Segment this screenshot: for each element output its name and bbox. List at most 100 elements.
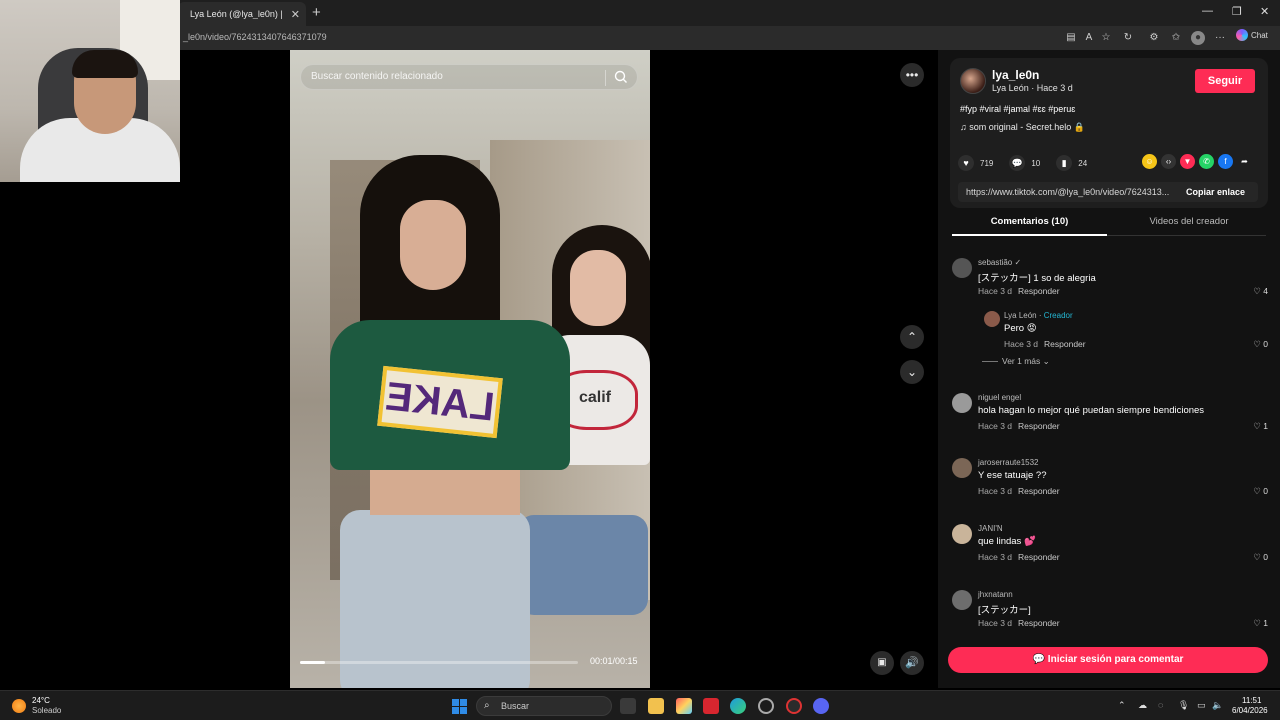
chevron-up-icon[interactable]: ⌃ — [900, 325, 924, 349]
chevron-down-icon[interactable]: ⌄ — [900, 360, 924, 384]
comment-username[interactable]: JANI'N — [978, 524, 1003, 533]
copy-link-button[interactable]: Copiar enlace — [1186, 187, 1245, 197]
comment-avatar[interactable] — [952, 393, 972, 413]
comment-icon[interactable]: 💬 — [1009, 155, 1026, 171]
embed-icon[interactable]: ‹› — [1161, 154, 1176, 169]
like-heart-icon[interactable]: ♥ — [958, 155, 974, 171]
comment-username[interactable]: jhxnatann — [978, 590, 1013, 599]
chat-button[interactable]: Chat — [1236, 29, 1268, 41]
tab-close-icon[interactable]: ✕ — [291, 8, 300, 21]
speaker-tray-icon[interactable]: 🔈 — [1212, 700, 1223, 711]
split-screen-icon[interactable]: ▤ — [1064, 31, 1078, 45]
bookmark-icon[interactable]: ▮ — [1056, 155, 1073, 171]
clock-time[interactable]: 11:51 — [1242, 696, 1261, 705]
reply-button[interactable]: Responder — [1018, 618, 1060, 628]
tab-creator-videos[interactable]: Videos del creador — [1112, 216, 1266, 227]
comment-time: Hace 3 d — [978, 286, 1013, 296]
refresh-icon[interactable]: ↻ — [1121, 31, 1135, 45]
profile-avatar-icon[interactable]: ● — [1191, 31, 1205, 45]
edge-browser-icon[interactable] — [730, 698, 746, 714]
video-player[interactable]: calif LAKE Buscar contenido relacionado … — [290, 50, 650, 688]
office-app-icon[interactable] — [703, 698, 719, 714]
comment-avatar[interactable] — [952, 524, 972, 544]
minimize-icon[interactable]: — — [1202, 5, 1213, 17]
comment-like[interactable]: ♡ 1 — [1253, 421, 1268, 432]
reply-button[interactable]: Responder — [1018, 421, 1060, 431]
tray-chevron-up-icon[interactable]: ⌃ — [1118, 700, 1126, 711]
address-bar: _le0n/video/7624313407646371079 ▤ A ☆ ↻ … — [0, 26, 1280, 50]
start-windows-icon[interactable] — [452, 699, 467, 714]
miniplayer-icon[interactable]: ▣ — [870, 651, 894, 675]
recorder-app-icon[interactable] — [786, 698, 802, 714]
facebook-icon[interactable]: f — [1218, 154, 1233, 169]
reply-avatar[interactable] — [984, 311, 1000, 327]
window-close-icon[interactable]: ✕ — [1260, 5, 1269, 18]
settings-app-icon[interactable] — [758, 698, 774, 714]
share-link-box: https://www.tiktok.com/@lya_le0n/video/7… — [958, 182, 1258, 202]
network-tray-icon[interactable]: ◌ — [1158, 700, 1163, 710]
reply-button[interactable]: Responder — [1018, 286, 1060, 296]
favorite-star-icon[interactable]: ☆ — [1099, 31, 1113, 45]
whatsapp-icon[interactable]: ✆ — [1199, 154, 1214, 169]
related-search-placeholder: Buscar contenido relacionado — [311, 71, 443, 82]
author-avatar[interactable] — [960, 68, 986, 94]
follow-button[interactable]: Seguir — [1195, 69, 1255, 93]
share-arrow-icon[interactable]: ➦ — [1237, 154, 1252, 169]
post-hashtags[interactable]: #fyp #viral #jamal #ɛɛ #peruɛ — [960, 104, 1075, 114]
tab-title: Lya León (@lya_le0n) | TikTok — [190, 9, 285, 19]
discord-icon[interactable] — [813, 698, 829, 714]
comment-like[interactable]: ♡ 0 — [1253, 552, 1268, 563]
taskbar-search[interactable]: ⌕ Buscar — [476, 696, 612, 716]
comment-username[interactable]: jaroserraute1532 — [978, 458, 1038, 467]
display-tray-icon[interactable]: ▭ — [1197, 700, 1206, 711]
reply-button[interactable]: Responder — [1018, 486, 1060, 496]
comment-time: Hace 3 d — [978, 421, 1013, 431]
post-music[interactable]: ♫ som original - Secret.helo 🔒 — [960, 122, 1085, 133]
file-explorer-icon[interactable] — [648, 698, 664, 714]
reply-button[interactable]: Responder — [1018, 552, 1060, 562]
like-count: 719 — [980, 158, 994, 168]
comment-username[interactable]: sebastião ✓ — [978, 258, 1021, 267]
maximize-icon[interactable]: ❐ — [1232, 5, 1242, 18]
video-progress-bar[interactable] — [300, 661, 578, 664]
extensions-icon[interactable]: ⚙ — [1147, 31, 1161, 45]
onedrive-icon[interactable]: ☁ — [1138, 700, 1147, 711]
heart-outline-icon: ♡ — [1253, 486, 1264, 496]
mic-tray-icon[interactable]: 🎙 — [1178, 700, 1189, 711]
browser-tab[interactable]: Lya León (@lya_le0n) | TikTok ✕ — [178, 2, 306, 26]
more-menu-icon[interactable]: ··· — [1213, 31, 1227, 45]
search-icon[interactable] — [613, 69, 629, 85]
comment-count: 10 — [1031, 158, 1041, 168]
favorites-icon[interactable]: ✩ — [1169, 31, 1183, 45]
reply-like[interactable]: ♡ 0 — [1253, 339, 1268, 350]
url-field[interactable]: _le0n/video/7624313407646371079 — [183, 32, 327, 42]
comment-username[interactable]: niguel engel — [978, 393, 1021, 402]
share-link-text[interactable]: https://www.tiktok.com/@lya_le0n/video/7… — [966, 187, 1169, 197]
tab-comments[interactable]: Comentarios (10) — [952, 216, 1107, 227]
clock-date[interactable]: 6/04/2026 — [1232, 706, 1268, 715]
comment-like[interactable]: ♡ 0 — [1253, 486, 1268, 497]
more-options-icon[interactable]: ••• — [900, 63, 924, 87]
weather-sun-icon[interactable] — [12, 699, 26, 713]
author-username[interactable]: lya_le0n — [992, 68, 1039, 82]
login-to-comment-button[interactable]: 💬 Iniciar sesión para comentar — [948, 647, 1268, 673]
comment-avatar[interactable] — [952, 590, 972, 610]
send-icon[interactable]: ▼ — [1180, 154, 1195, 169]
volume-icon[interactable]: 🔊 — [900, 651, 924, 675]
taskbar: 24°C Soleado ⌕ Buscar ⌃ ☁ ◌ 🎙 ▭ 🔈 11:51 … — [0, 690, 1280, 720]
translate-icon[interactable]: A — [1082, 31, 1096, 45]
comment-avatar[interactable] — [952, 458, 972, 478]
author-subline: Lya León · Hace 3 d — [992, 83, 1073, 93]
view-more-replies[interactable]: Ver 1 más ⌄ — [1002, 356, 1050, 367]
new-tab-icon[interactable]: + — [312, 4, 321, 21]
copilot-app-icon[interactable] — [676, 698, 692, 714]
comment-like[interactable]: ♡ 4 — [1253, 286, 1268, 297]
related-search-input[interactable]: Buscar contenido relacionado — [300, 64, 638, 90]
friends-share-icon[interactable]: ☺ — [1142, 154, 1157, 169]
reply-button[interactable]: Responder — [1044, 339, 1086, 349]
comment-time: Hace 3 d — [978, 618, 1013, 628]
reply-username[interactable]: Lya León · Creador — [1004, 311, 1073, 320]
comment-avatar[interactable] — [952, 258, 972, 278]
comment-like[interactable]: ♡ 1 — [1253, 618, 1268, 629]
task-view-icon[interactable] — [620, 698, 636, 714]
